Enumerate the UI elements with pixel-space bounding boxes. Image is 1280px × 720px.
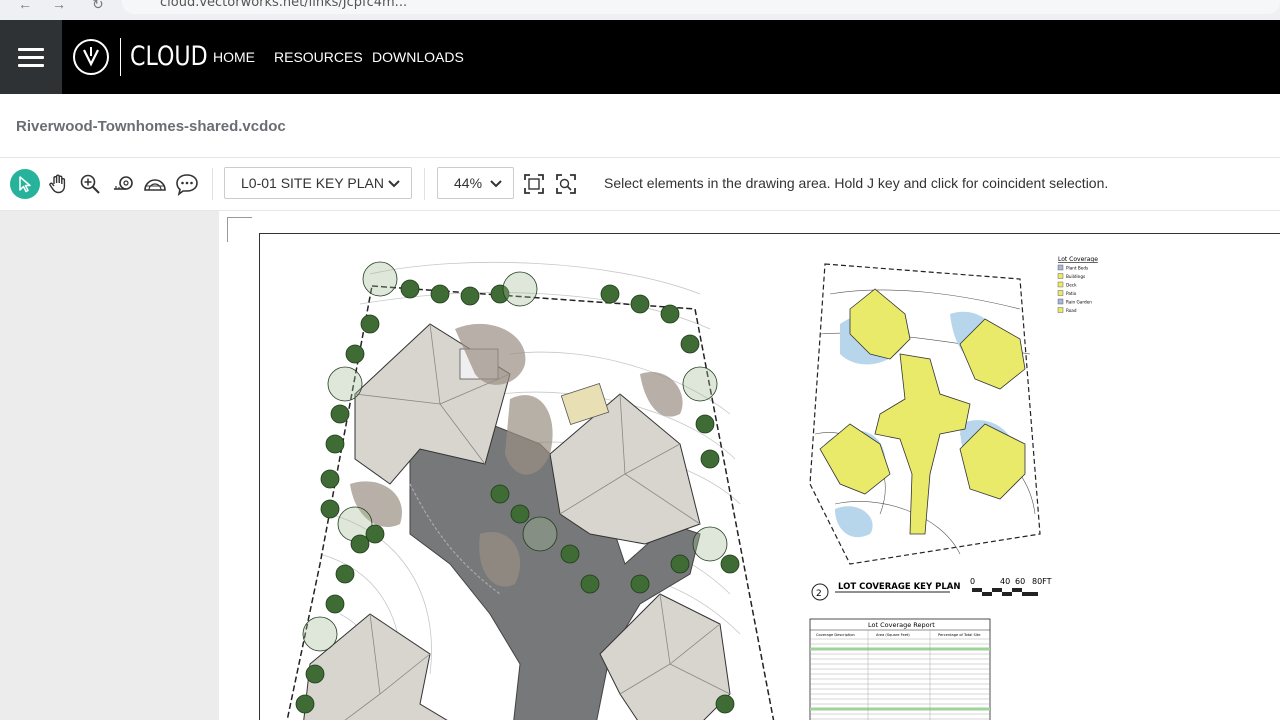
legend-item: Deck bbox=[1066, 283, 1077, 288]
forward-icon[interactable]: → bbox=[52, 0, 66, 12]
select-tool-icon[interactable] bbox=[10, 169, 40, 199]
zoom-select[interactable]: 44% bbox=[437, 167, 514, 199]
measure-tool-icon[interactable] bbox=[108, 169, 138, 199]
sheet-select-value: L0-01 SITE KEY PLAN bbox=[241, 175, 384, 191]
brand-name: CLOUD bbox=[130, 41, 208, 72]
legend-swatch bbox=[1057, 290, 1064, 296]
vectorworks-logo[interactable] bbox=[73, 39, 109, 75]
menu-button[interactable] bbox=[0, 20, 62, 94]
viewer-toolbar: L0-01 SITE KEY PLAN 44% Select elements … bbox=[0, 158, 1280, 211]
report-header-0: Coverage Description bbox=[816, 633, 855, 637]
scale-label-3: 80FT bbox=[1032, 577, 1052, 586]
toolbar-divider bbox=[424, 168, 425, 200]
document-header: Riverwood-Townhomes-shared.vcdoc bbox=[0, 94, 1280, 158]
drawing-sheet[interactable]: 2 LOT COVERAGE KEY PLAN 0 40 60 80FT Lot… bbox=[259, 233, 1280, 720]
hamburger-icon bbox=[18, 48, 44, 67]
fit-to-window-icon[interactable] bbox=[519, 169, 549, 199]
key-plan-title: LOT COVERAGE KEY PLAN bbox=[838, 582, 960, 592]
selection-hint-text: Select elements in the drawing area. Hol… bbox=[604, 175, 1109, 191]
legend-item: Road bbox=[1066, 308, 1077, 313]
key-plan-number: 2 bbox=[816, 589, 822, 599]
left-panel bbox=[0, 211, 219, 720]
fit-selection-icon[interactable] bbox=[551, 169, 581, 199]
report-header-2: Percentage of Total Site bbox=[938, 633, 981, 637]
logo-divider bbox=[120, 38, 121, 76]
legend-title: Lot Coverage bbox=[1058, 256, 1098, 263]
nav-downloads-link[interactable]: DOWNLOADS bbox=[372, 49, 464, 65]
back-icon[interactable]: ← bbox=[18, 0, 32, 12]
legend-swatch bbox=[1057, 264, 1064, 271]
comment-icon[interactable] bbox=[172, 169, 202, 199]
protractor-icon[interactable] bbox=[140, 169, 170, 199]
document-title: Riverwood-Townhomes-shared.vcdoc bbox=[16, 118, 286, 135]
scale-label-0: 0 bbox=[970, 577, 975, 586]
legend-swatch bbox=[1057, 273, 1064, 279]
legend-swatch bbox=[1057, 298, 1064, 305]
zoom-in-icon[interactable] bbox=[75, 169, 105, 199]
chevron-down-icon bbox=[490, 180, 502, 188]
sheet-select[interactable]: L0-01 SITE KEY PLAN bbox=[224, 167, 412, 199]
legend-item: Patio bbox=[1066, 291, 1077, 296]
pan-hand-icon[interactable] bbox=[43, 169, 73, 199]
scale-label-2: 60 bbox=[1015, 577, 1025, 586]
legend-swatch bbox=[1057, 307, 1064, 313]
url-text[interactable]: cloud.vectorworks.net/links/Jcpfc4m... bbox=[160, 0, 407, 10]
legend-item: Buildings bbox=[1066, 274, 1085, 279]
report-header-1: Area (Square Feet) bbox=[876, 633, 910, 637]
nav-home-link[interactable]: HOME bbox=[213, 49, 255, 65]
site-plan-drawing: 2 LOT COVERAGE KEY PLAN 0 40 60 80FT Lot… bbox=[286, 256, 1098, 720]
nav-resources-link[interactable]: RESOURCES bbox=[274, 49, 363, 65]
scale-label-1: 40 bbox=[1000, 577, 1010, 586]
legend-item: Rain Garden bbox=[1066, 300, 1092, 305]
legend-item: Plant Beds bbox=[1066, 266, 1088, 271]
reload-icon[interactable]: ↻ bbox=[92, 0, 104, 13]
legend-swatch bbox=[1057, 281, 1064, 288]
toolbar-divider bbox=[212, 168, 213, 200]
report-title: Lot Coverage Report bbox=[868, 621, 935, 629]
drawing-canvas[interactable]: 2 LOT COVERAGE KEY PLAN 0 40 60 80FT Lot… bbox=[219, 211, 1280, 720]
crop-mark bbox=[227, 217, 252, 242]
chevron-down-icon bbox=[388, 180, 400, 188]
zoom-select-value: 44% bbox=[454, 175, 483, 191]
browser-url-bar: ← → ↻ cloud.vectorworks.net/links/Jcpfc4… bbox=[0, 0, 1280, 21]
top-navigation: CLOUD HOME RESOURCES DOWNLOADS bbox=[0, 20, 1280, 94]
